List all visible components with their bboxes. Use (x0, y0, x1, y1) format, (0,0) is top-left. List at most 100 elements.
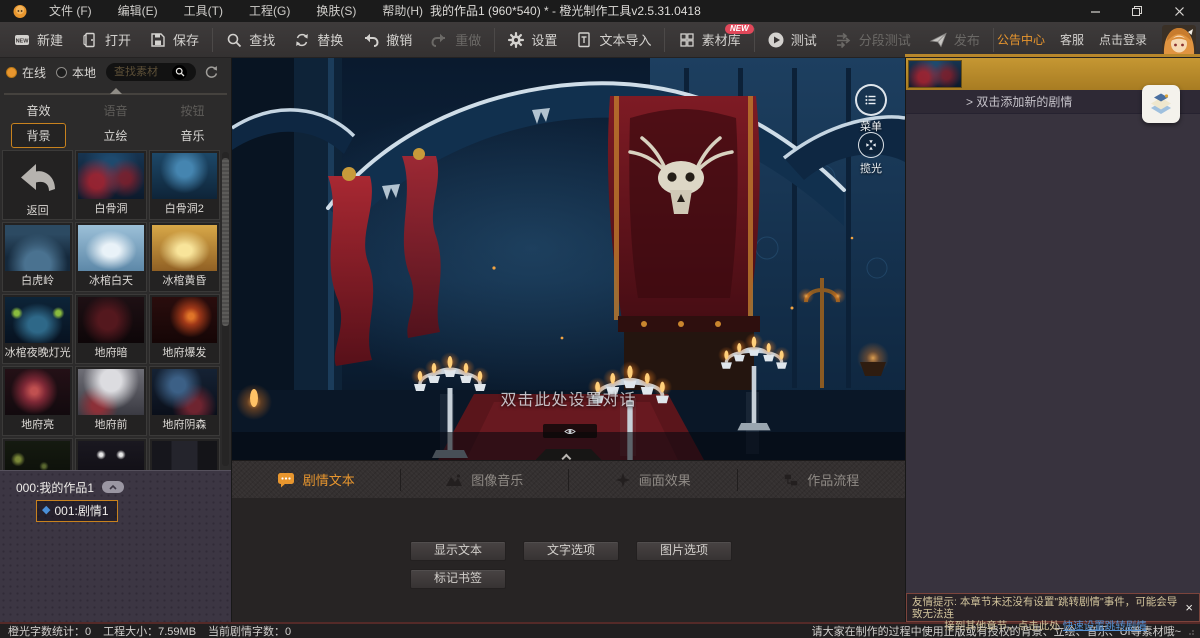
thumbnail-baigudong[interactable]: 白骨洞 (75, 150, 146, 220)
panel-pull-handle[interactable] (536, 449, 602, 460)
lanquang-button[interactable]: 揽光 (855, 132, 887, 176)
settings-button[interactable]: 设置 (498, 22, 566, 58)
menu-help[interactable]: 帮助(H) (369, 0, 436, 22)
tab-sound-effects[interactable]: 音效 (12, 99, 64, 122)
window-title: 我的作品1 (960*540) * - 橙光制作工具v2.5.31.0418 (430, 0, 701, 22)
tip-text-line1: 友情提示: 本章节末还没有设置"跳转剧情"事件，可能会导致无法连 (912, 596, 1179, 620)
outline-body[interactable] (906, 114, 1200, 593)
resize-grip-icon[interactable] (1186, 627, 1194, 635)
thumbnail-difu-baofa[interactable]: 地府爆发 (149, 294, 220, 364)
back-arrow-icon (15, 158, 61, 194)
open-label: 打开 (105, 30, 131, 49)
tip-close-icon[interactable]: × (1185, 601, 1193, 614)
refresh-button[interactable] (203, 64, 219, 80)
source-online-radio[interactable]: 在线 (6, 64, 46, 81)
preview-eye-button[interactable] (543, 424, 597, 438)
menu-project[interactable]: 工程(G) (236, 0, 303, 22)
quick-tool-button[interactable] (1142, 85, 1180, 123)
test-button[interactable]: 测试 (758, 22, 826, 58)
chevron-up-icon (108, 484, 118, 491)
new-button[interactable]: NEW 新建 (4, 22, 72, 58)
undo-button[interactable]: 撤销 (352, 22, 421, 58)
show-text-button[interactable]: 显示文本 (410, 541, 506, 561)
image-options-button[interactable]: 图片选项 (636, 541, 732, 561)
text-import-button[interactable]: 文本导入 (566, 22, 660, 58)
asset-panel: 在线 本地 (0, 58, 232, 622)
menu-skin[interactable]: 换肤(S) (303, 0, 369, 22)
thumbnail-partial[interactable] (149, 438, 220, 470)
thumbnail-scrollbar[interactable] (222, 152, 229, 466)
find-button[interactable]: 查找 (216, 22, 284, 58)
search-input[interactable] (114, 66, 172, 78)
publish-button[interactable]: 发布 (920, 22, 989, 58)
open-icon (81, 31, 99, 49)
redo-label: 重做 (455, 30, 481, 49)
customer-service-link[interactable]: 客服 (1060, 31, 1084, 48)
radio-unselected-icon (56, 67, 67, 78)
segment-test-button[interactable]: 分段测试 (826, 22, 920, 58)
thumbnail-difu-qian[interactable]: 地府前 (75, 366, 146, 436)
user-avatar[interactable] (1162, 25, 1196, 55)
thumbnail-difu-yinsen[interactable]: 地府阴森 (149, 366, 220, 436)
text-import-label: 文本导入 (599, 30, 651, 49)
login-link[interactable]: 点击登录 (1099, 31, 1147, 48)
tab-image-music[interactable]: 图像音乐 (401, 461, 569, 498)
tab-plot-text[interactable]: 剧情文本 (232, 461, 400, 498)
close-button[interactable] (1158, 0, 1200, 22)
tab-screen-effects[interactable]: 画面效果 (569, 461, 737, 498)
scene-canvas[interactable]: 双击此处设置对话 菜单 (232, 58, 905, 460)
settings-label: 设置 (531, 30, 557, 49)
menu-edit[interactable]: 编辑(E) (105, 0, 171, 22)
source-local-radio[interactable]: 本地 (56, 64, 96, 81)
material-library-button[interactable]: 素材库 NEW (669, 22, 750, 58)
back-button[interactable]: 返回 (2, 150, 73, 220)
open-button[interactable]: 打开 (72, 22, 140, 58)
back-label: 返回 (3, 201, 72, 219)
thumbnail-bingguan-yewan[interactable]: 冰棺夜晚灯光 (2, 294, 73, 364)
thumbnail-bingguan-huanghun[interactable]: 冰棺黄昏 (149, 222, 220, 292)
thumbnail-baigudong2[interactable]: 白骨洞2 (149, 150, 220, 220)
scrollbar-thumb[interactable] (222, 158, 229, 326)
thumbnail-difu-an[interactable]: 地府暗 (75, 294, 146, 364)
thumbnail-partial[interactable] (75, 438, 146, 470)
tab-buttons[interactable]: 按钮 (166, 99, 218, 122)
replace-button[interactable]: 替换 (284, 22, 352, 58)
dialog-hint-text[interactable]: 双击此处设置对话 (500, 386, 636, 410)
tab-portraits[interactable]: 立绘 (89, 124, 141, 147)
thumbnail-image (5, 225, 70, 271)
main-toolbar: NEW 新建 打开 保存 查找 (0, 22, 1200, 58)
redo-icon (430, 31, 449, 49)
minimize-button[interactable] (1074, 0, 1116, 22)
thumbnail-image (5, 297, 70, 343)
thumbnail-image (78, 153, 143, 199)
search-submit-button[interactable] (172, 65, 187, 80)
tab-music[interactable]: 音乐 (166, 124, 218, 147)
menu-tools[interactable]: 工具(T) (171, 0, 236, 22)
thumbnail-bingguan-baitian[interactable]: 冰棺白天 (75, 222, 146, 292)
tab-voice[interactable]: 语音 (89, 99, 141, 122)
add-plot-hint: > 双击添加新的剧情 (966, 93, 1072, 110)
thumbnail-partial[interactable] (2, 438, 73, 470)
tab-work-flow[interactable]: 作品流程 (738, 461, 906, 498)
game-menu-button[interactable]: 菜单 (852, 84, 890, 134)
tree-item-plot1[interactable]: ◆ 001:剧情1 (36, 500, 118, 522)
redo-button[interactable]: 重做 (421, 22, 490, 58)
panel-collapse-handle[interactable] (0, 86, 231, 98)
menu-file[interactable]: 文件 (F) (36, 0, 105, 22)
asset-source-row: 在线 本地 (0, 58, 231, 86)
tree-root-label[interactable]: 000:我的作品1 (16, 479, 94, 496)
thumbnail-baihuling[interactable]: 白虎岭 (2, 222, 73, 292)
thumbnail-difu-liang[interactable]: 地府亮 (2, 366, 73, 436)
restore-button[interactable] (1116, 0, 1158, 22)
tab-background[interactable]: 背景 (11, 123, 65, 148)
light-flower-icon (864, 138, 878, 152)
save-button[interactable]: 保存 (140, 22, 208, 58)
project-tree-panel: 000:我的作品1 ◆ 001:剧情1 (0, 470, 231, 622)
announcement-center-link[interactable]: 公告中心 (997, 31, 1045, 48)
tree-collapse-button[interactable] (102, 481, 124, 493)
quick-jump-link[interactable]: 快速设置跳转剧情 (1063, 620, 1147, 632)
text-options-button[interactable]: 文字选项 (523, 541, 619, 561)
tab-label: 作品流程 (807, 470, 859, 489)
bookmark-button[interactable]: 标记书签 (410, 569, 506, 589)
plot-text-panel: 显示文本 文字选项 图片选项 标记书签 (232, 498, 905, 622)
